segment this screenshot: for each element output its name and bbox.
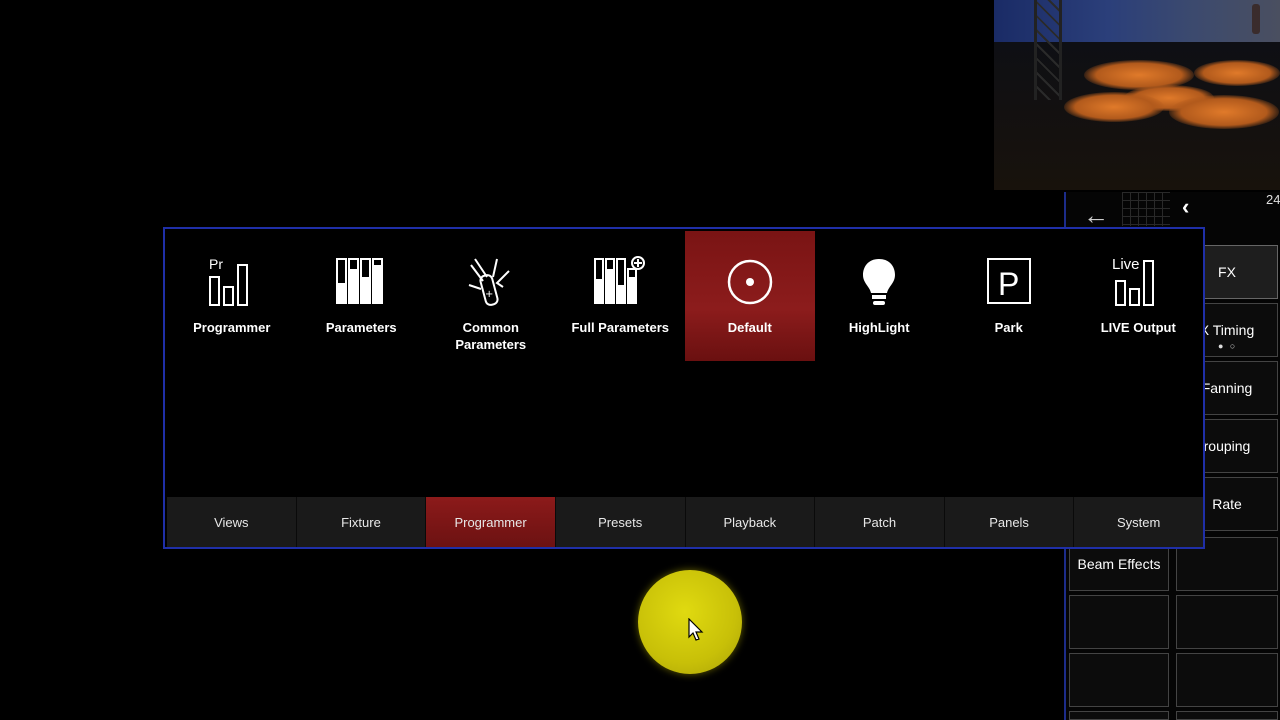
lightbulb-icon	[815, 255, 945, 309]
tab-panels[interactable]: Panels	[944, 497, 1075, 547]
tab-presets[interactable]: Presets	[555, 497, 686, 547]
timing-page-dots: ● ○	[1218, 341, 1238, 351]
full-parameters-icon	[556, 255, 686, 309]
truss-tower	[1034, 0, 1062, 100]
tile-label: Full Parameters	[571, 320, 670, 335]
light-spot	[1169, 95, 1279, 129]
empty-slot[interactable]	[1069, 711, 1169, 720]
live-icon-text: Live	[1112, 256, 1140, 273]
tile-park[interactable]: P Park	[944, 231, 1074, 361]
default-target-icon	[685, 255, 815, 309]
empty-slot[interactable]	[1069, 653, 1169, 707]
stage-figure	[1252, 4, 1260, 34]
empty-slot[interactable]	[1176, 653, 1278, 707]
tile-label: Programmer	[193, 320, 271, 335]
live-output-icon: Live	[1074, 255, 1204, 309]
grid-icon[interactable]	[1122, 192, 1170, 226]
tile-common-parameters[interactable]: + Common Parameters	[426, 231, 556, 361]
tab-views[interactable]: Views	[167, 497, 297, 547]
tile-label: HighLight	[848, 320, 910, 335]
tile-highlight[interactable]: HighLight	[815, 231, 945, 361]
tile-live-output[interactable]: Live LIVE Output	[1074, 231, 1204, 361]
empty-slot[interactable]	[1176, 595, 1278, 649]
empty-slot[interactable]	[1069, 595, 1169, 649]
swiss-knife-icon: +	[426, 255, 556, 309]
svg-text:+: +	[485, 289, 493, 300]
programmer-menu-popup: Pr Programmer Parameters + Common Parame…	[163, 227, 1205, 549]
page-number: 24	[1266, 192, 1280, 207]
tile-label: Common Parameters	[455, 320, 527, 352]
tile-programmer[interactable]: Pr Programmer	[167, 231, 297, 361]
tile-label: LIVE Output	[1100, 320, 1176, 335]
programmer-icon-text: Pr	[209, 256, 223, 272]
parameters-icon	[297, 255, 427, 309]
tile-label: Park	[994, 320, 1023, 335]
chevron-left-icon[interactable]: ‹	[1182, 194, 1189, 220]
category-tab-bar: Views Fixture Programmer Presets Playbac…	[167, 497, 1203, 547]
tile-default[interactable]: Default	[685, 231, 815, 361]
tile-full-parameters[interactable]: Full Parameters	[556, 231, 686, 361]
park-icon-text: P	[998, 266, 1019, 302]
park-icon: P	[944, 255, 1074, 309]
light-spot	[1064, 92, 1164, 122]
tile-label: Default	[727, 320, 772, 335]
mouse-pointer-icon	[688, 617, 704, 647]
light-spot	[1194, 60, 1280, 86]
tab-system[interactable]: System	[1074, 497, 1203, 547]
tile-row: Pr Programmer Parameters + Common Parame…	[167, 231, 1203, 363]
tab-patch[interactable]: Patch	[815, 497, 945, 547]
visualiser-preview[interactable]	[994, 0, 1280, 190]
tab-playback[interactable]: Playback	[685, 497, 816, 547]
tile-label: Parameters	[325, 320, 397, 335]
tab-programmer[interactable]: Programmer	[426, 497, 556, 547]
empty-slot[interactable]	[1176, 711, 1278, 720]
programmer-icon: Pr	[167, 255, 297, 309]
tab-fixture[interactable]: Fixture	[296, 497, 427, 547]
tile-parameters[interactable]: Parameters	[297, 231, 427, 361]
